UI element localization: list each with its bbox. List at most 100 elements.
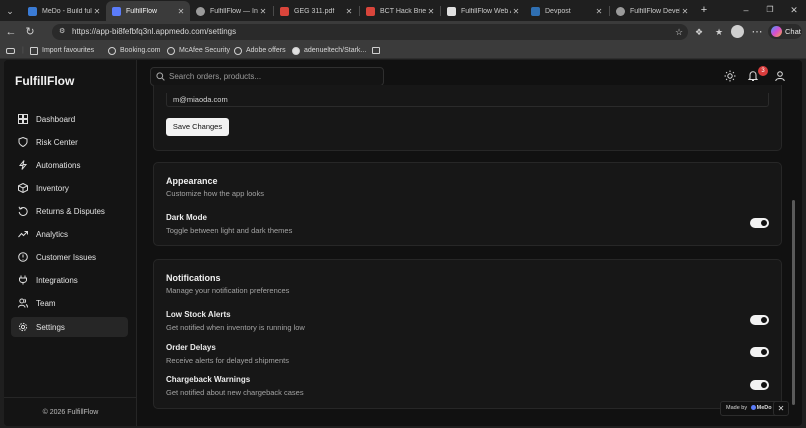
restore-icon[interactable]: ❐ <box>764 4 776 16</box>
chargeback-warnings-toggle[interactable] <box>750 380 769 390</box>
site-info-icon[interactable]: ⚙ <box>59 24 65 40</box>
app-window: FulfillFlow Dashboard Risk Center Automa… <box>4 60 802 426</box>
medo-logo-icon <box>750 405 756 411</box>
browser-tab[interactable]: FulfillFlow — Inven ✕ <box>190 1 272 21</box>
brand-logo[interactable]: FulfillFlow <box>15 74 74 88</box>
bookmark-label: McAfee Security <box>179 47 230 54</box>
bookmark-booking[interactable]: Booking.com <box>108 45 160 56</box>
minimize-icon[interactable]: – <box>740 4 752 16</box>
search-placeholder: Search orders, products... <box>169 72 262 81</box>
sidebar-item-inventory[interactable]: Inventory <box>11 178 128 198</box>
dark-mode-description: Toggle between light and dark themes <box>166 226 293 235</box>
sidebar-item-label: Dashboard <box>36 114 76 124</box>
notifications-subtitle: Manage your notification preferences <box>166 286 290 295</box>
back-arrow-icon[interactable]: ← <box>4 25 18 39</box>
tab-label: FulfillFlow Develo <box>630 7 680 15</box>
sidebar-item-automations[interactable]: Automations <box>11 155 128 175</box>
close-icon[interactable]: ✕ <box>92 7 102 16</box>
copilot-chat-button[interactable]: Chat <box>768 24 802 39</box>
browser-tab[interactable]: Devpost ✕ <box>525 1 608 21</box>
globe-icon <box>108 46 116 55</box>
favorite-star-icon[interactable]: ☆ <box>672 25 686 39</box>
sidebar-item-settings[interactable]: Settings <box>11 317 128 337</box>
dashboard-icon <box>18 114 28 124</box>
sidebar-item-team[interactable]: Team <box>11 293 128 313</box>
chat-label: Chat <box>785 27 801 36</box>
browser-tab[interactable]: BCT Hack Brief.pdf ✕ <box>360 1 440 21</box>
dark-mode-label: Dark Mode <box>166 213 207 222</box>
page-scrollbar[interactable] <box>792 200 795 405</box>
browser-tab[interactable]: MeDo - Build full-s ✕ <box>22 1 106 21</box>
notification-badge: 3 <box>758 66 768 76</box>
reload-icon[interactable]: ↻ <box>23 25 37 39</box>
profile-avatar[interactable] <box>731 25 744 38</box>
url-field[interactable]: ⚙ https://app-bi8fefbfq3nl.appmedo.com/s… <box>52 24 688 40</box>
sidebar-item-integrations[interactable]: Integrations <box>11 270 128 290</box>
tab-favicon-icon <box>531 6 540 16</box>
bookmark-import-favourites[interactable]: Import favourites <box>30 45 94 56</box>
sidebar-item-analytics[interactable]: Analytics <box>11 224 128 244</box>
sidebar-item-returns-disputes[interactable]: Returns & Disputes <box>11 201 128 221</box>
order-delays-description: Receive alerts for delayed shipments <box>166 356 289 365</box>
sidebar-item-label: Analytics <box>36 229 69 239</box>
rotate-icon <box>18 206 28 216</box>
appearance-subtitle: Customize how the app looks <box>166 189 264 198</box>
close-icon[interactable]: ✕ <box>426 7 436 16</box>
close-icon[interactable]: ✕ <box>511 7 521 16</box>
globe-icon <box>167 46 175 55</box>
close-icon[interactable]: ✕ <box>344 7 354 16</box>
dark-mode-toggle[interactable] <box>750 218 769 228</box>
sun-icon[interactable] <box>724 70 736 82</box>
sidebar-item-label: Returns & Disputes <box>36 206 105 216</box>
browser-tab-active[interactable]: FulfillFlow ✕ <box>106 1 190 21</box>
window-close-icon[interactable]: ✕ <box>788 4 800 16</box>
sidebar-item-label: Team <box>36 298 56 308</box>
users-icon <box>18 298 28 308</box>
tab-favicon-icon <box>196 6 205 16</box>
user-icon[interactable] <box>774 70 786 82</box>
sidebar-item-risk-center[interactable]: Risk Center <box>11 132 128 152</box>
chargeback-warnings-label: Chargeback Warnings <box>166 375 251 384</box>
bookmark-toggle-icon[interactable] <box>6 45 15 56</box>
bolt-icon <box>18 160 28 170</box>
made-by-close-icon[interactable]: ✕ <box>773 401 789 416</box>
bookmark-github[interactable]: adenueltech/Stark... <box>292 45 366 56</box>
close-icon[interactable]: ✕ <box>176 7 186 16</box>
low-stock-alerts-toggle[interactable] <box>750 315 769 325</box>
address-bar-row: ← ↻ ⚙ https://app-bi8fefbfq3nl.appmedo.c… <box>0 21 806 42</box>
new-tab-button[interactable]: + <box>698 4 710 16</box>
bookmark-folder-icon[interactable] <box>372 45 380 56</box>
bookmark-mcafee[interactable]: McAfee Security <box>167 45 230 56</box>
tab-favicon-icon <box>447 6 456 16</box>
bookmark-label: adenueltech/Stark... <box>304 47 367 54</box>
browser-tab[interactable]: GEG 311.pdf ✕ <box>274 1 358 21</box>
sidebar-item-label: Automations <box>36 160 81 170</box>
sidebar-item-customer-issues[interactable]: Customer Issues <box>11 247 128 267</box>
extensions-icon[interactable]: ❖ <box>692 25 706 39</box>
order-delays-toggle[interactable] <box>750 347 769 357</box>
save-changes-button[interactable]: Save Changes <box>166 118 229 136</box>
bookmark-label: Adobe offers <box>246 47 286 54</box>
tab-list-button[interactable]: ⌄ <box>4 5 16 17</box>
close-icon[interactable]: ✕ <box>680 7 690 16</box>
search-input[interactable]: Search orders, products... <box>150 67 384 86</box>
email-field[interactable]: m@miaoda.com <box>166 93 769 107</box>
browser-tab[interactable]: FulfillFlow Web Ap ✕ <box>441 1 525 21</box>
tab-label: MeDo - Build full-s <box>42 7 92 15</box>
browser-tab[interactable]: FulfillFlow Develo ✕ <box>610 1 694 21</box>
bookmark-label: Booking.com <box>120 47 161 54</box>
gear-icon <box>18 322 28 332</box>
close-icon[interactable]: ✕ <box>594 7 604 16</box>
notifications-card: Notifications Manage your notification p… <box>153 259 782 409</box>
close-icon[interactable]: ✕ <box>258 7 268 16</box>
bookmark-adobe[interactable]: Adobe offers <box>234 45 286 56</box>
github-icon <box>292 46 300 55</box>
footer-copyright: © 2026 FulfillFlow <box>42 409 99 416</box>
appearance-card: Appearance Customize how the app looks D… <box>153 162 782 246</box>
made-by-brand: MeDo <box>756 405 772 411</box>
more-menu-icon[interactable]: ⋯ <box>750 25 764 39</box>
shield-icon <box>18 137 28 147</box>
favorites-icon[interactable]: ★ <box>712 25 726 39</box>
sidebar-item-dashboard[interactable]: Dashboard <box>11 109 128 129</box>
sidebar-footer-divider <box>4 397 137 398</box>
